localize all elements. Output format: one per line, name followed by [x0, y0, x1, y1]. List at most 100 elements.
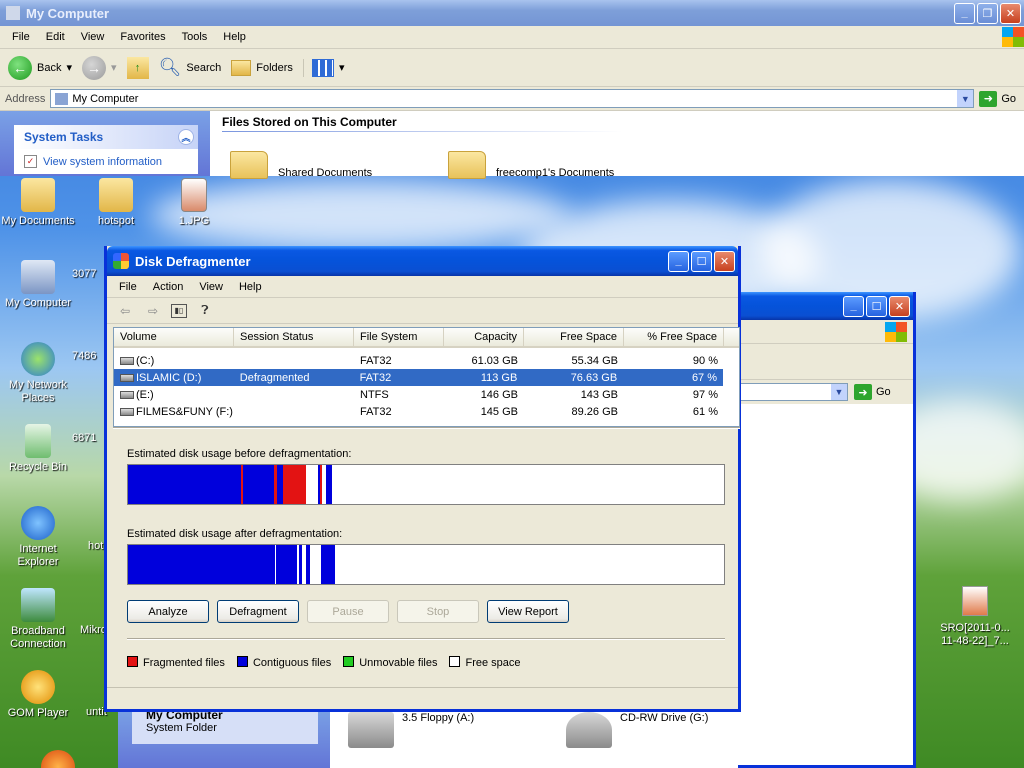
address-dropdown-button[interactable]: ▼: [831, 384, 847, 400]
unmovable-swatch: [343, 656, 355, 667]
address-input[interactable]: ▼: [738, 383, 848, 401]
menu-edit[interactable]: Edit: [40, 29, 71, 45]
volume-row-c[interactable]: (C:) FAT32 61.03 GB 55.34 GB 90 %: [114, 352, 739, 369]
contiguous-segment: [243, 465, 274, 504]
folder-user-documents[interactable]: freecomp1's Documents: [448, 151, 614, 179]
menu-view[interactable]: View: [75, 29, 111, 45]
column-file-system[interactable]: File System: [354, 328, 444, 346]
volume-list-header: Volume Session Status File System Capaci…: [114, 328, 739, 348]
desktop-icon-gom-player[interactable]: GOM Player: [0, 670, 76, 720]
column-capacity[interactable]: Capacity: [444, 328, 524, 346]
menu-action[interactable]: Action: [147, 279, 190, 295]
go-arrow-icon: ➜: [854, 384, 872, 400]
column-pct-free[interactable]: % Free Space: [624, 328, 724, 346]
my-computer-titlebar[interactable]: My Computer _ ❐ ✕: [0, 0, 1024, 26]
analyze-button[interactable]: Analyze: [127, 600, 209, 623]
background-window-menubar: [736, 320, 913, 344]
help-icon[interactable]: ❓︎: [195, 302, 215, 320]
desktop-icon-my-documents[interactable]: My Documents: [0, 178, 76, 228]
collapse-chevron-icon[interactable]: ︽: [178, 129, 194, 145]
recycle-bin-icon: [25, 424, 51, 458]
contiguous-swatch: [236, 656, 248, 667]
stop-button[interactable]: Stop: [397, 600, 479, 623]
defrag-app-icon: [113, 253, 129, 269]
desktop-icon-broadband[interactable]: Broadband Connection: [0, 588, 76, 651]
view-system-info-link[interactable]: ✓ View system information: [14, 149, 198, 174]
minimize-button[interactable]: _: [954, 2, 975, 24]
background-window-bottom: My Computer System Folder 3.5 Floppy (A:…: [118, 708, 738, 768]
up-folder-button[interactable]: ↑: [126, 56, 149, 79]
desktop-icon-sro-file[interactable]: SRO[2011-0... 11-48-22]_7...: [934, 586, 1016, 648]
volume-row-d[interactable]: ISLAMIC (D:) Defragmented FAT32 113 GB 7…: [114, 369, 723, 386]
menu-view[interactable]: View: [193, 279, 229, 295]
system-tasks-box: System Tasks ︽ ✓ View system information: [14, 125, 198, 174]
after-usage-bar: [127, 544, 725, 585]
search-button[interactable]: 🔍︎ Search: [159, 57, 222, 78]
forward-button[interactable]: → ▾: [82, 55, 117, 80]
desktop-icon-jpg[interactable]: 1.JPG: [156, 178, 232, 228]
status-bar: [107, 687, 738, 709]
before-label: Estimated disk usage before defragmentat…: [127, 448, 352, 460]
defragment-button[interactable]: Defragment: [217, 600, 299, 623]
go-button[interactable]: ➜ Go: [979, 90, 1024, 107]
forward-arrow-icon[interactable]: ⇨: [143, 302, 163, 320]
maximize-button[interactable]: ☐: [691, 250, 712, 272]
close-button[interactable]: ✕: [1000, 2, 1021, 24]
volume-row-e[interactable]: (E:) NTFS 146 GB 143 GB 97 %: [114, 386, 739, 403]
close-button[interactable]: ✕: [889, 295, 910, 317]
chevron-down-icon: ▾: [338, 62, 345, 74]
column-free-space[interactable]: Free Space: [524, 328, 624, 346]
drive-cd-rw[interactable]: CD-RW Drive (G:): [566, 712, 708, 748]
address-dropdown-button[interactable]: ▼: [957, 90, 974, 107]
legend-unmovable: Unmovable files: [343, 656, 437, 669]
list-divider: [113, 427, 740, 429]
maximize-button[interactable]: ☐: [866, 295, 887, 317]
files-stored-heading: Files Stored on This Computer: [222, 115, 397, 129]
column-volume[interactable]: Volume: [114, 328, 234, 346]
desktop-icon-recycle-bin[interactable]: Recycle Bin: [0, 424, 76, 474]
image-file-icon: [962, 586, 988, 616]
column-session-status[interactable]: Session Status: [234, 328, 354, 346]
desktop-icon-internet-explorer[interactable]: Internet Explorer: [0, 506, 76, 569]
folder-shared-documents[interactable]: Shared Documents: [230, 151, 372, 179]
menu-file[interactable]: File: [6, 29, 36, 45]
view-report-button[interactable]: View Report: [487, 600, 569, 623]
menu-help[interactable]: Help: [233, 279, 268, 295]
volume-row-f[interactable]: FILMES&FUNY (F:) FAT32 145 GB 89.26 GB 6…: [114, 403, 739, 420]
desktop-icon-hotspot[interactable]: hotspot: [78, 178, 154, 228]
minimize-button[interactable]: _: [843, 295, 864, 317]
address-input[interactable]: My Computer ▼: [50, 89, 975, 108]
after-label: Estimated disk usage after defragmentati…: [127, 528, 343, 540]
network-connection-icon: [21, 588, 55, 622]
folders-button[interactable]: Folders: [231, 59, 293, 76]
minimize-button[interactable]: _: [668, 250, 689, 272]
pause-button[interactable]: Pause: [307, 600, 389, 623]
system-tasks-header[interactable]: System Tasks ︽: [14, 125, 198, 149]
menu-tools[interactable]: Tools: [176, 29, 214, 45]
address-label: Address: [5, 92, 46, 105]
show-hide-console-tree-icon[interactable]: ▮▯: [171, 303, 187, 318]
firefox-icon[interactable]: [20, 750, 96, 768]
defrag-titlebar[interactable]: Disk Defragmenter _ ☐ ✕: [107, 246, 738, 276]
forward-arrow-icon: →: [82, 55, 106, 80]
drive-floppy[interactable]: 3.5 Floppy (A:): [348, 712, 474, 748]
computer-icon: [6, 6, 20, 20]
back-arrow-icon[interactable]: ⇦: [115, 302, 135, 320]
background-window-titlebar[interactable]: _ ☐ ✕: [736, 292, 913, 320]
drive-icon: [120, 407, 134, 416]
back-button[interactable]: ← Back ▾: [8, 55, 72, 80]
menu-file[interactable]: File: [113, 279, 143, 295]
desktop-icon-my-computer[interactable]: My Computer: [0, 260, 76, 310]
close-button[interactable]: ✕: [714, 250, 735, 272]
menu-favorites[interactable]: Favorites: [114, 29, 171, 45]
maximize-button[interactable]: ❐: [977, 2, 998, 24]
contiguous-segment: [299, 545, 303, 584]
computer-icon: [21, 260, 55, 294]
menu-help[interactable]: Help: [217, 29, 252, 45]
go-button[interactable]: ➜ Go: [854, 384, 899, 400]
views-button[interactable]: ▾: [302, 58, 345, 77]
volume-list: Volume Session Status File System Capaci…: [113, 327, 740, 427]
system-info-icon: ✓: [24, 155, 37, 168]
task-pane: System Tasks ︽ ✓ View system information: [0, 111, 210, 176]
desktop-icon-network-places[interactable]: My Network Places: [0, 342, 76, 405]
